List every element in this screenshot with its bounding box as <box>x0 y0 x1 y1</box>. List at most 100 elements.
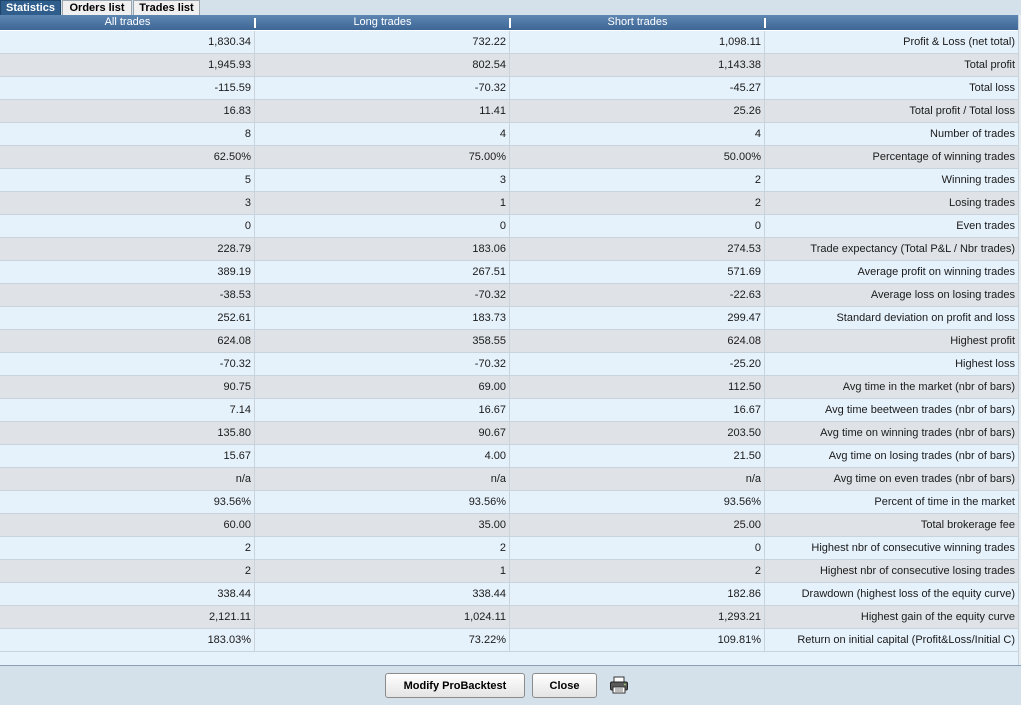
cell-short-trades: 2 <box>510 560 765 582</box>
column-header-all-trades[interactable]: All trades <box>0 15 255 30</box>
cell-short-trades: 624.08 <box>510 330 765 352</box>
cell-long-trades: 3 <box>255 169 510 191</box>
cell-statistic-label: Losing trades <box>948 197 1015 209</box>
cell-statistic-label: Avg time on even trades (nbr of bars) <box>833 473 1015 485</box>
cell-all-trades: 338.44 <box>0 583 255 605</box>
cell-long-trades: 1 <box>255 560 510 582</box>
cell-all-trades: 2 <box>0 560 255 582</box>
column-header-label[interactable] <box>765 15 1018 30</box>
cell-long-trades: 183.06 <box>255 238 510 260</box>
cell-all-trades: 183.03% <box>0 629 255 651</box>
cell-short-trades: 109.81% <box>510 629 765 651</box>
tab-orders-list[interactable]: Orders list <box>62 0 132 15</box>
cell-short-trades: 2 <box>510 192 765 214</box>
cell-all-trades: 2 <box>0 537 255 559</box>
table-row[interactable]: -38.53 -70.32 -22.63 Average loss on losing… <box>0 284 1021 307</box>
table-row[interactable]: 624.08 358.55 624.08 Highest profit <box>0 330 1021 353</box>
cell-short-trades: 0 <box>510 537 765 559</box>
cell-statistic-label: Highest nbr of consecutive winning trade… <box>811 542 1015 554</box>
cell-long-trades: -70.32 <box>255 77 510 99</box>
cell-short-trades: 1,293.21 <box>510 606 765 628</box>
cell-long-trades: n/a <box>255 468 510 490</box>
cell-all-trades: 3 <box>0 192 255 214</box>
tab-trades-list[interactable]: Trades list <box>133 0 200 15</box>
cell-short-trades: 16.67 <box>510 399 765 421</box>
table-row[interactable]: n/a n/a n/a Avg time on even trades (nbr of… <box>0 468 1021 491</box>
cell-all-trades: 389.19 <box>0 261 255 283</box>
cell-statistic-label: Percentage of winning trades <box>872 151 1015 163</box>
cell-statistic-label: Standard deviation on profit and loss <box>836 312 1015 324</box>
cell-long-trades: 732.22 <box>255 31 510 53</box>
cell-long-trades: 4.00 <box>255 445 510 467</box>
table-row[interactable]: 1,830.34 732.22 1,098.11 Profit & Loss (net… <box>0 31 1021 54</box>
cell-short-trades: 1,143.38 <box>510 54 765 76</box>
table-row[interactable]: 2 1 2 Highest nbr of consecutive losing tra… <box>0 560 1021 583</box>
close-button[interactable]: Close <box>532 673 597 698</box>
cell-all-trades: 1,945.93 <box>0 54 255 76</box>
table-row[interactable]: 135.80 90.67 203.50 Avg time on winning tra… <box>0 422 1021 445</box>
cell-long-trades: 267.51 <box>255 261 510 283</box>
cell-statistic-label: Trade expectancy (Total P&L / Nbr trades… <box>810 243 1015 255</box>
tab-statistics[interactable]: Statistics <box>0 0 61 16</box>
cell-long-trades: 4 <box>255 123 510 145</box>
cell-all-trades: 7.14 <box>0 399 255 421</box>
table-row[interactable]: 183.03% 73.22% 109.81% Return on initial ca… <box>0 629 1021 652</box>
cell-long-trades: 69.00 <box>255 376 510 398</box>
cell-short-trades: 4 <box>510 123 765 145</box>
cell-statistic-label: Avg time beetween trades (nbr of bars) <box>825 404 1015 416</box>
table-row[interactable]: 252.61 183.73 299.47 Standard deviation on … <box>0 307 1021 330</box>
cell-long-trades: 75.00% <box>255 146 510 168</box>
cell-statistic-label: Highest gain of the equity curve <box>860 611 1015 623</box>
table-row[interactable]: 338.44 338.44 182.86 Drawdown (highest loss… <box>0 583 1021 606</box>
cell-long-trades: 16.67 <box>255 399 510 421</box>
table-row[interactable]: 16.83 11.41 25.26 Total profit / Total loss <box>0 100 1021 123</box>
table-row[interactable]: 8 4 4 Number of trades <box>0 123 1021 146</box>
table-row[interactable]: 62.50% 75.00% 50.00% Percentage of winning … <box>0 146 1021 169</box>
cell-short-trades: 182.86 <box>510 583 765 605</box>
cell-all-trades: 15.67 <box>0 445 255 467</box>
modify-probacktest-button[interactable]: Modify ProBacktest <box>385 673 525 698</box>
cell-short-trades: 299.47 <box>510 307 765 329</box>
table-row[interactable]: 15.67 4.00 21.50 Avg time on losing trades … <box>0 445 1021 468</box>
printer-icon[interactable] <box>609 676 629 694</box>
table-row[interactable]: 5 3 2 Winning trades <box>0 169 1021 192</box>
cell-all-trades: 252.61 <box>0 307 255 329</box>
column-header-long-trades[interactable]: Long trades <box>255 15 510 30</box>
cell-statistic-label: Percent of time in the market <box>874 496 1015 508</box>
cell-all-trades: 228.79 <box>0 238 255 260</box>
column-header-short-trades[interactable]: Short trades <box>510 15 765 30</box>
cell-short-trades: 25.26 <box>510 100 765 122</box>
table-empty-area <box>0 652 1021 665</box>
cell-short-trades: 203.50 <box>510 422 765 444</box>
cell-short-trades: -45.27 <box>510 77 765 99</box>
cell-statistic-label: Avg time on winning trades (nbr of bars) <box>820 427 1015 439</box>
cell-statistic-label: Drawdown (highest loss of the equity cur… <box>801 588 1015 600</box>
cell-all-trades: 2,121.11 <box>0 606 255 628</box>
cell-statistic-label: Winning trades <box>941 174 1015 186</box>
table-row[interactable]: 90.75 69.00 112.50 Avg time in the market (… <box>0 376 1021 399</box>
table-row[interactable]: 1,945.93 802.54 1,143.38 Total profit <box>0 54 1021 77</box>
cell-short-trades: 274.53 <box>510 238 765 260</box>
cell-long-trades: 1,024.11 <box>255 606 510 628</box>
table-row[interactable]: 2,121.11 1,024.11 1,293.21 Highest gain of … <box>0 606 1021 629</box>
cell-all-trades: 93.56% <box>0 491 255 513</box>
table-row[interactable]: 93.56% 93.56% 93.56% Percent of time in the… <box>0 491 1021 514</box>
table-row[interactable]: 3 1 2 Losing trades <box>0 192 1021 215</box>
cell-long-trades: 802.54 <box>255 54 510 76</box>
table-row[interactable]: 0 0 0 Even trades <box>0 215 1021 238</box>
cell-long-trades: 338.44 <box>255 583 510 605</box>
cell-short-trades: -22.63 <box>510 284 765 306</box>
table-row[interactable]: 389.19 267.51 571.69 Average profit on winn… <box>0 261 1021 284</box>
cell-short-trades: 2 <box>510 169 765 191</box>
table-row[interactable]: 2 2 0 Highest nbr of consecutive winning tr… <box>0 537 1021 560</box>
table-row[interactable]: 60.00 35.00 25.00 Total brokerage fee <box>0 514 1021 537</box>
table-row[interactable]: 7.14 16.67 16.67 Avg time beetween trades (… <box>0 399 1021 422</box>
cell-statistic-label: Number of trades <box>930 128 1015 140</box>
table-row[interactable]: -70.32 -70.32 -25.20 Highest loss <box>0 353 1021 376</box>
cell-long-trades: 183.73 <box>255 307 510 329</box>
cell-all-trades: -38.53 <box>0 284 255 306</box>
table-row[interactable]: -115.59 -70.32 -45.27 Total loss <box>0 77 1021 100</box>
cell-statistic-label: Highest loss <box>955 358 1015 370</box>
table-row[interactable]: 228.79 183.06 274.53 Trade expectancy (Tota… <box>0 238 1021 261</box>
cell-statistic-label: Highest profit <box>950 335 1015 347</box>
